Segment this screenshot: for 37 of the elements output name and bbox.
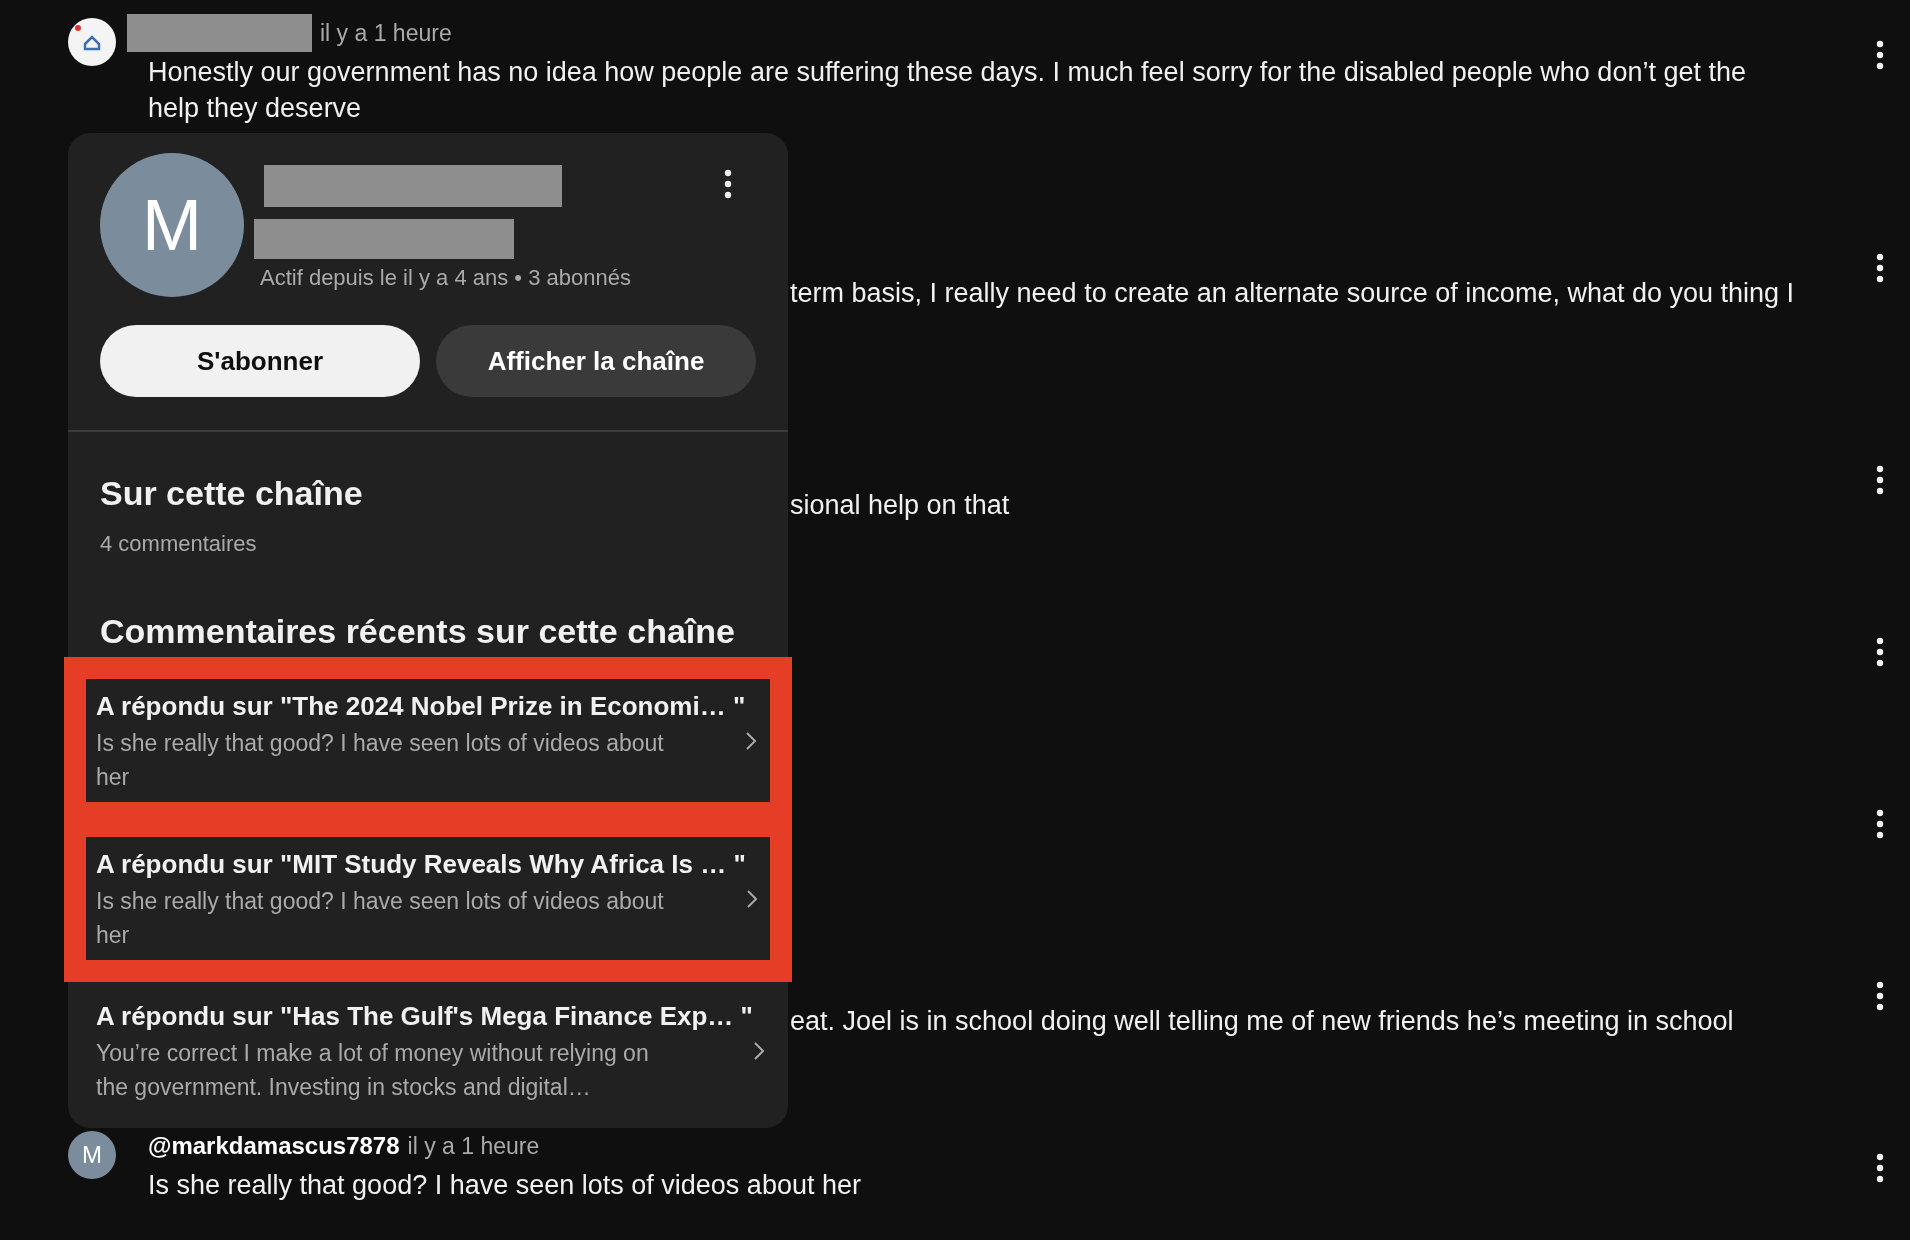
comment-text: term basis, I really need to create an alternate source of income, what do you thing I [790,277,1795,310]
channel-meta: Actif depuis le il y a 4 ans • 3 abonnés [260,264,631,292]
view-channel-button[interactable]: Afficher la chaîne [436,325,756,397]
channel-avatar: M [100,153,244,297]
recent-comment-snippet: Is she really that good? I have seen lots of videos about [96,887,665,916]
section-title: Commentaires récents sur cette chaîne [100,611,736,652]
recent-comment-title: A répondu sur "MIT Study Reveals Why Africa Is … " [96,848,746,881]
comment-time[interactable]: il y a 1 heure [407,1128,540,1164]
more-icon[interactable] [1876,465,1884,495]
more-icon[interactable] [1876,809,1884,839]
more-icon[interactable] [1876,637,1884,667]
avatar-icon[interactable] [68,18,116,66]
recent-comment-snippet: her [96,921,131,950]
chevron-right-icon [745,888,758,909]
comment-author[interactable]: @markdamascus7878 [148,1128,400,1164]
comment-time[interactable]: il y a 1 heure [320,15,452,51]
comment-text: Honestly our government has no idea how people are suffering these days. I much feel sorry for the disabled people who don’t get the [148,56,1746,89]
section-title: Sur cette chaîne [100,473,364,514]
recent-comment-title: A répondu sur "The 2024 Nobel Prize in Economi… " [96,690,746,723]
more-icon[interactable] [724,169,732,199]
subscribe-button[interactable]: S'abonner [100,325,420,397]
comment-text: help they deserve [148,92,362,125]
recent-comment-snippet: You’re correct I make a lot of money without relying on [96,1039,650,1068]
comment-count: 4 commentaires [100,530,258,558]
recent-comment-snippet: Is she really that good? I have seen lots of videos about [96,729,665,758]
comment-text: eat. Joel is in school doing well telling me of new friends he’s meeting in school [790,1005,1734,1038]
recent-comment-snippet: the government. Investing in stocks and digital… [96,1073,592,1102]
recent-comment-title: A répondu sur "Has The Gulf's Mega Finance Exp… " [96,1000,753,1033]
recent-comment-snippet: her [96,763,131,792]
more-icon[interactable] [1876,1153,1884,1183]
more-icon[interactable] [1876,253,1884,283]
chevron-right-icon [752,1040,765,1061]
more-icon[interactable] [1876,981,1884,1011]
more-icon[interactable] [1876,40,1884,70]
comment-text: sional help on that [790,489,1010,522]
comment-text: Is she really that good? I have seen lots of videos about her [148,1169,861,1202]
chevron-right-icon [745,730,758,751]
